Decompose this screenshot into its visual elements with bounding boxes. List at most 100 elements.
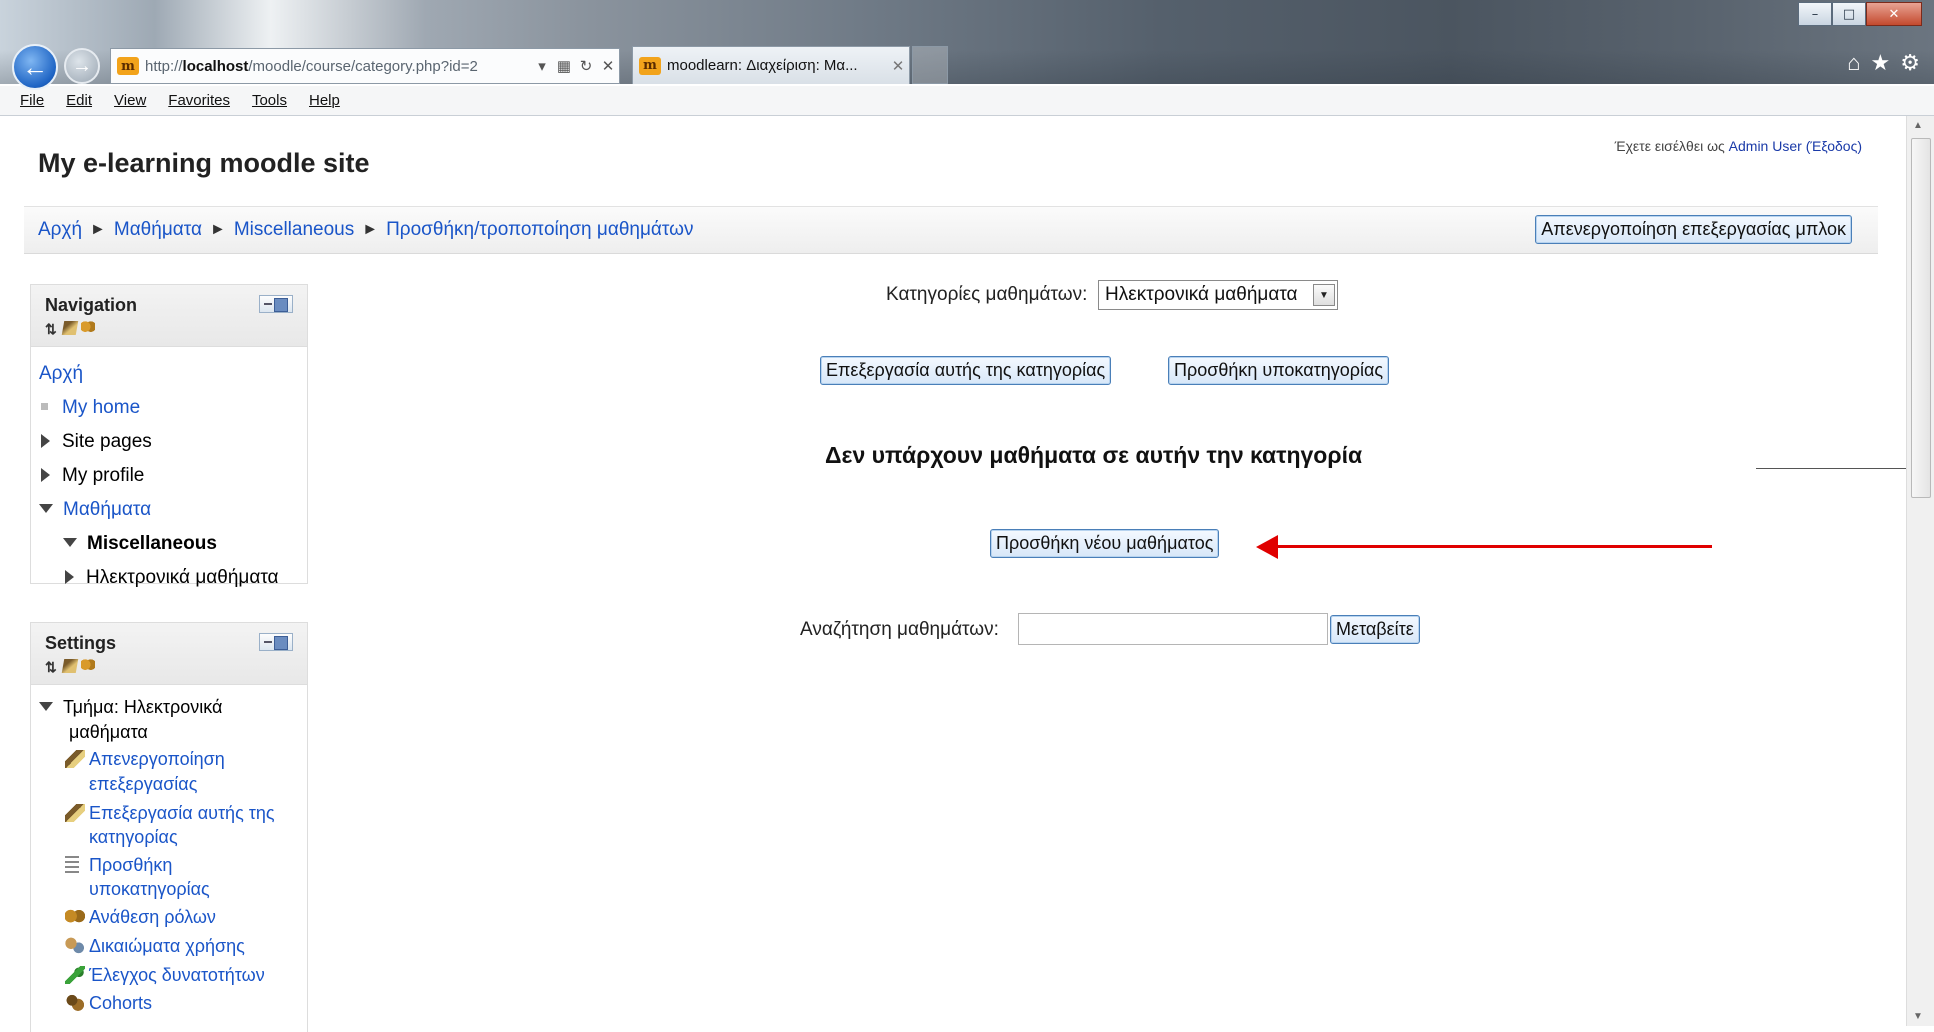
menu-file[interactable]: File: [20, 92, 44, 109]
block-edit-icons: ⇅: [45, 321, 95, 337]
block-title: Navigation: [45, 295, 138, 315]
browser-tab[interactable]: m moodlearn: Διαχείριση: Μα... ✕: [632, 46, 910, 84]
settings-turn-editing-off-cont[interactable]: επεξεργασίας: [89, 774, 197, 794]
chevron-down-icon[interactable]: ▼: [1313, 284, 1335, 306]
nav-elearning[interactable]: Ηλεκτρονικά μαθήματα: [65, 567, 279, 589]
assign-roles-icon[interactable]: [81, 321, 95, 335]
settings-check-permissions[interactable]: Έλεγχος δυνατοτήτων: [89, 965, 265, 985]
settings-permissions[interactable]: Δικαιώματα χρήσης: [89, 936, 245, 956]
expand-arrow-icon: [65, 570, 74, 584]
move-icon[interactable]: ⇅: [45, 659, 59, 675]
tab-title: moodlearn: Διαχείριση: Μα...: [667, 57, 858, 74]
course-category-select[interactable]: Ηλεκτρονικά μαθήματα ▼: [1098, 280, 1338, 310]
menu-favorites[interactable]: Favorites: [168, 92, 230, 109]
nav-courses-link[interactable]: Μαθήματα: [63, 499, 151, 520]
breadcrumb-home[interactable]: Αρχή: [38, 219, 82, 241]
turn-editing-off-blocks-button[interactable]: Απενεργοποίηση επεξεργασίας μπλοκ: [1535, 215, 1852, 244]
moodle-favicon-icon: m: [117, 57, 139, 75]
search-go-button[interactable]: Μεταβείτε: [1330, 615, 1420, 644]
expand-arrow-icon: [41, 468, 50, 482]
collapse-arrow-icon: [63, 538, 77, 547]
block-header: Navigation ⇅: [31, 285, 307, 347]
add-subcategory-button[interactable]: Προσθήκη υποκατηγορίας: [1168, 356, 1390, 385]
divider: [1756, 468, 1906, 469]
new-tab-button[interactable]: [912, 46, 948, 84]
refresh-icon[interactable]: ↻: [575, 57, 597, 75]
menu-edit[interactable]: Edit: [66, 92, 92, 109]
add-new-course-button[interactable]: Προσθήκη νέου μαθήματος: [990, 529, 1220, 558]
nav-miscellaneous[interactable]: Miscellaneous: [63, 533, 217, 555]
settings-add-subcategory[interactable]: Προσθήκη: [89, 855, 172, 875]
forward-icon[interactable]: →: [64, 48, 100, 84]
edit-icon: [65, 750, 85, 768]
expand-arrow-icon: [41, 434, 50, 448]
dock-block-icon[interactable]: [259, 633, 293, 651]
settings-edit-category[interactable]: Επεξεργασία αυτής της: [89, 803, 275, 823]
edit-icon[interactable]: [61, 659, 79, 673]
stop-icon[interactable]: ✕: [597, 57, 619, 75]
menu-tools[interactable]: Tools: [252, 92, 287, 109]
dropdown-arrow-icon[interactable]: ▾: [531, 57, 553, 75]
assign-roles-icon: [65, 908, 85, 926]
breadcrumb-miscellaneous[interactable]: Miscellaneous: [234, 219, 354, 241]
user-profile-link[interactable]: Admin User: [1729, 138, 1802, 154]
menu-view[interactable]: View: [114, 92, 146, 109]
collapse-arrow-icon: [39, 504, 53, 513]
settings-add-subcategory-cont[interactable]: υποκατηγορίας: [89, 879, 210, 899]
nav-home-link[interactable]: Αρχή: [39, 363, 83, 384]
check-permissions-icon: [65, 966, 85, 984]
address-bar[interactable]: m http://localhost/moodle/course/categor…: [110, 48, 620, 84]
nav-site-pages[interactable]: Site pages: [41, 431, 152, 453]
breadcrumb-courses[interactable]: Μαθήματα: [114, 219, 202, 241]
logout-link[interactable]: (Έξοδος): [1806, 138, 1862, 154]
edit-icon: [65, 804, 85, 822]
edit-icon[interactable]: [61, 321, 79, 335]
navigation-block: Navigation ⇅ Αρχή My home Site pages My …: [30, 284, 308, 588]
settings-turn-editing-off[interactable]: Απενεργοποίηση: [89, 749, 225, 769]
scroll-down-icon[interactable]: ▼: [1913, 1011, 1923, 1022]
maximize-button[interactable]: □: [1832, 2, 1866, 26]
moodle-favicon-icon: m: [639, 56, 661, 75]
course-category-selected: Ηλεκτρονικά μαθήματα: [1105, 284, 1298, 305]
browser-chrome: – □ ✕ ← → m http://localhost/moodle/cour…: [0, 0, 1934, 116]
breadcrumb-add-edit-courses[interactable]: Προσθήκη/τροποποίηση μαθημάτων: [386, 219, 693, 241]
course-categories-label: Κατηγορίες μαθημάτων:: [886, 284, 1088, 305]
nav-my-profile[interactable]: My profile: [41, 465, 144, 487]
assign-roles-icon[interactable]: [81, 659, 95, 673]
block-title: Settings: [45, 633, 117, 653]
favorites-star-icon[interactable]: ★: [1871, 50, 1891, 76]
block-edit-icons: ⇅: [45, 659, 95, 675]
breadcrumb-separator-icon: ►: [90, 221, 106, 238]
back-icon[interactable]: ←: [12, 44, 58, 90]
settings-edit-category-cont[interactable]: κατηγορίας: [89, 827, 178, 847]
minimize-button[interactable]: –: [1798, 2, 1832, 26]
close-window-button[interactable]: ✕: [1866, 2, 1922, 26]
permissions-icon: [65, 937, 85, 955]
close-tab-icon[interactable]: ✕: [887, 57, 909, 75]
vertical-scrollbar[interactable]: ▲ ▼: [1906, 116, 1934, 1026]
scroll-up-icon[interactable]: ▲: [1913, 120, 1923, 131]
settings-category-node[interactable]: Τμήμα: Ηλεκτρονικά: [39, 695, 222, 720]
address-url[interactable]: http://localhost/moodle/course/category.…: [145, 58, 531, 75]
nav-my-home-link[interactable]: My home: [62, 397, 140, 418]
search-courses-input[interactable]: [1018, 613, 1328, 645]
breadcrumb: Αρχή ► Μαθήματα ► Miscellaneous ► Προσθή…: [38, 219, 693, 241]
block-header: Settings ⇅: [31, 623, 307, 685]
window-controls: – □ ✕: [1798, 2, 1922, 28]
compatibility-view-icon[interactable]: ▦: [553, 57, 575, 75]
settings-block: Settings ⇅ Τμήμα: Ηλεκτρονικά μαθήματα Α…: [30, 622, 308, 1032]
settings-cohorts[interactable]: Cohorts: [89, 993, 152, 1013]
settings-assign-roles[interactable]: Ανάθεση ρόλων: [89, 907, 216, 927]
menu-bar: File Edit View Favorites Tools Help: [0, 86, 1934, 116]
add-subcategory-icon: [65, 856, 79, 874]
move-icon[interactable]: ⇅: [45, 321, 59, 337]
login-info: Έχετε εισέλθει ως Admin User (Έξοδος): [1614, 138, 1862, 154]
scrollbar-thumb[interactable]: [1911, 138, 1931, 498]
menu-help[interactable]: Help: [309, 92, 340, 109]
settings-gear-icon[interactable]: ⚙: [1900, 50, 1920, 76]
home-icon[interactable]: ⌂: [1847, 50, 1860, 76]
cohorts-icon: [65, 994, 85, 1012]
edit-category-button[interactable]: Επεξεργασία αυτής της κατηγορίας: [820, 356, 1112, 385]
dock-block-icon[interactable]: [259, 295, 293, 313]
site-title: My e-learning moodle site: [38, 148, 370, 178]
